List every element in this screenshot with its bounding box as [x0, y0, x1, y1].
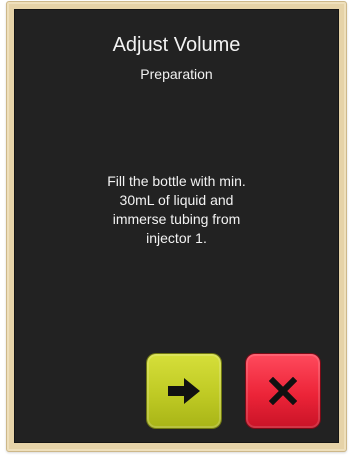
instruction-line: immerse tubing from [112, 211, 241, 227]
next-button[interactable] [147, 354, 221, 428]
close-icon [269, 377, 297, 405]
instruction-line: 30mL of liquid and [119, 192, 234, 208]
instruction-line: injector 1. [146, 230, 207, 246]
dialog-title: Adjust Volume [112, 34, 241, 56]
instruction-line: Fill the bottle with min. [107, 173, 246, 189]
cancel-button[interactable] [246, 354, 320, 428]
arrow-right-icon [166, 375, 202, 407]
instruction-message: Fill the bottle with min. 30mL of liquid… [60, 172, 293, 248]
device-page: Adjust Volume Preparation Fill the bottl… [0, 0, 353, 460]
dialog-screen: Adjust Volume Preparation Fill the bottl… [14, 9, 339, 443]
dialog-subtitle: Preparation [140, 66, 213, 82]
